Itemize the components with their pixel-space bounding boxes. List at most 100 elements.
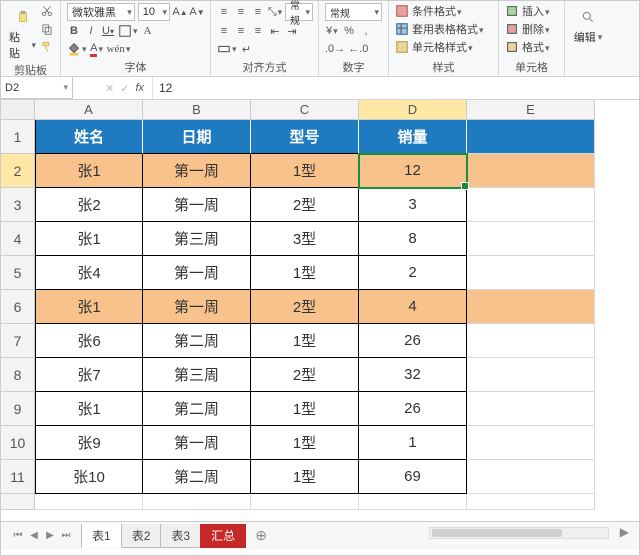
- column-header-D[interactable]: D: [359, 100, 467, 120]
- wrap-select[interactable]: 常规: [285, 3, 313, 21]
- cell-C6[interactable]: 2型: [251, 290, 359, 324]
- cell-D4[interactable]: 8: [359, 222, 467, 256]
- cell-C5[interactable]: 1型: [251, 256, 359, 290]
- row-header-3[interactable]: 3: [1, 188, 35, 222]
- cell-A9[interactable]: 张1: [35, 392, 143, 426]
- cell-B5[interactable]: 第一周: [143, 256, 251, 290]
- cell-E10[interactable]: [467, 426, 595, 460]
- insert-button[interactable]: 插入: [505, 3, 558, 19]
- cell-A7[interactable]: 张6: [35, 324, 143, 358]
- tab-nav-prev-icon[interactable]: ◀: [27, 530, 41, 541]
- conditional-format-button[interactable]: 条件格式: [395, 3, 492, 19]
- dec-indent-icon[interactable]: ⇤: [268, 23, 282, 39]
- cell-B8[interactable]: 第三周: [143, 358, 251, 392]
- cell-E5[interactable]: [467, 256, 595, 290]
- cut-icon[interactable]: [40, 3, 54, 19]
- cell-styles-button[interactable]: 单元格样式: [395, 39, 492, 55]
- cell-A8[interactable]: 张7: [35, 358, 143, 392]
- font-size-select[interactable]: 10: [138, 3, 170, 21]
- cell-D12[interactable]: [359, 494, 467, 510]
- font-family-select[interactable]: 微软雅黑: [67, 3, 135, 21]
- number-format-select[interactable]: 常规: [325, 3, 382, 21]
- cell-A11[interactable]: 张10: [35, 460, 143, 494]
- cell-D5[interactable]: 2: [359, 256, 467, 290]
- align-center-icon[interactable]: ≡: [234, 23, 248, 39]
- align-bottom-icon[interactable]: ≡: [251, 4, 265, 20]
- cell-E1[interactable]: [467, 120, 595, 154]
- cell-C11[interactable]: 1型: [251, 460, 359, 494]
- orientation-icon[interactable]: ⤡: [268, 4, 282, 20]
- format-painter-icon[interactable]: [40, 39, 54, 55]
- phonetic-button[interactable]: wén: [107, 41, 131, 57]
- cell-D3[interactable]: 3: [359, 188, 467, 222]
- font-color-button[interactable]: A: [90, 41, 104, 57]
- cell-D11[interactable]: 69: [359, 460, 467, 494]
- row-header-12[interactable]: [1, 494, 35, 510]
- tab-nav-next-icon[interactable]: ▶: [43, 530, 57, 541]
- tab-nav-first-icon[interactable]: ⏮: [11, 530, 25, 541]
- cell-B9[interactable]: 第二周: [143, 392, 251, 426]
- row-header-5[interactable]: 5: [1, 256, 35, 290]
- sheet-tab-0[interactable]: 表1: [81, 524, 122, 548]
- cell-E4[interactable]: [467, 222, 595, 256]
- cell-D8[interactable]: 32: [359, 358, 467, 392]
- tab-nav-last-icon[interactable]: ⏭: [59, 530, 73, 541]
- percent-icon[interactable]: %: [342, 23, 356, 39]
- cell-C7[interactable]: 1型: [251, 324, 359, 358]
- cancel-icon[interactable]: ✕: [105, 82, 114, 95]
- sheet-tab-3[interactable]: 汇总: [200, 524, 246, 548]
- name-box[interactable]: D2: [1, 77, 73, 99]
- confirm-icon[interactable]: ✓: [120, 82, 129, 95]
- column-header-B[interactable]: B: [143, 100, 251, 120]
- inc-decimal-icon[interactable]: .0→: [325, 41, 345, 57]
- grow-font-icon[interactable]: A▲: [173, 4, 187, 20]
- cell-E7[interactable]: [467, 324, 595, 358]
- align-top-icon[interactable]: ≡: [217, 4, 231, 20]
- italic-button[interactable]: I: [84, 23, 98, 39]
- fx-icon[interactable]: fx: [135, 82, 144, 94]
- select-all-corner[interactable]: [1, 100, 35, 120]
- row-header-1[interactable]: 1: [1, 120, 35, 154]
- editing-button[interactable]: 编辑: [571, 3, 605, 45]
- cell-B7[interactable]: 第二周: [143, 324, 251, 358]
- cell-A4[interactable]: 张1: [35, 222, 143, 256]
- cell-D6[interactable]: 4: [359, 290, 467, 324]
- cell-B2[interactable]: 第一周: [143, 154, 251, 188]
- row-header-4[interactable]: 4: [1, 222, 35, 256]
- comma-icon[interactable]: ,: [359, 23, 373, 39]
- add-sheet-button[interactable]: ⊕: [251, 527, 271, 544]
- cell-B12[interactable]: [143, 494, 251, 510]
- currency-icon[interactable]: ¥: [325, 23, 339, 39]
- row-header-7[interactable]: 7: [1, 324, 35, 358]
- cell-A10[interactable]: 张9: [35, 426, 143, 460]
- cell-B3[interactable]: 第一周: [143, 188, 251, 222]
- sheet-tab-2[interactable]: 表3: [160, 524, 201, 548]
- dec-decimal-icon[interactable]: ←.0: [348, 41, 368, 57]
- sheet-tab-1[interactable]: 表2: [121, 524, 162, 548]
- cell-B6[interactable]: 第一周: [143, 290, 251, 324]
- cell-C3[interactable]: 2型: [251, 188, 359, 222]
- cell-B4[interactable]: 第三周: [143, 222, 251, 256]
- cell-C4[interactable]: 3型: [251, 222, 359, 256]
- cell-C12[interactable]: [251, 494, 359, 510]
- fill-color-button[interactable]: [67, 41, 87, 57]
- cell-A12[interactable]: [35, 494, 143, 510]
- cell-C9[interactable]: 1型: [251, 392, 359, 426]
- border-button[interactable]: [118, 23, 138, 39]
- cell-B10[interactable]: 第一周: [143, 426, 251, 460]
- align-right-icon[interactable]: ≡: [251, 23, 265, 39]
- cell-C10[interactable]: 1型: [251, 426, 359, 460]
- horizontal-scrollbar[interactable]: [429, 527, 609, 539]
- scroll-right-icon[interactable]: ▶: [620, 525, 629, 539]
- row-header-10[interactable]: 10: [1, 426, 35, 460]
- cell-B1[interactable]: 日期: [143, 120, 251, 154]
- bold-button[interactable]: B: [67, 23, 81, 39]
- align-middle-icon[interactable]: ≡: [234, 4, 248, 20]
- cell-D7[interactable]: 26: [359, 324, 467, 358]
- cell-E11[interactable]: [467, 460, 595, 494]
- column-header-C[interactable]: C: [251, 100, 359, 120]
- cell-C2[interactable]: 1型: [251, 154, 359, 188]
- cell-A3[interactable]: 张2: [35, 188, 143, 222]
- cell-B11[interactable]: 第二周: [143, 460, 251, 494]
- cell-E3[interactable]: [467, 188, 595, 222]
